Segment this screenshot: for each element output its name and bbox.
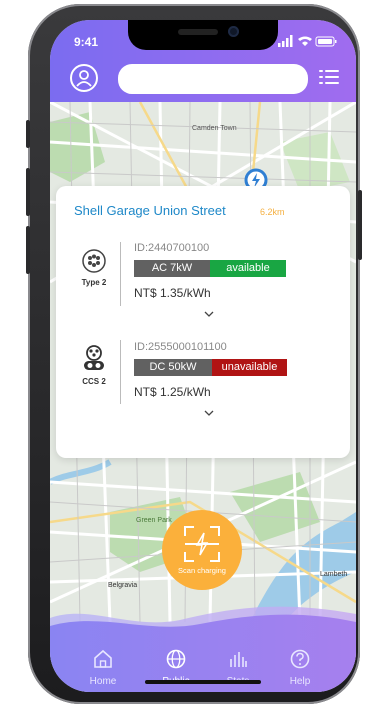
map-label: Belgravia: [108, 582, 137, 589]
scan-icon: [184, 526, 220, 562]
chevron-down-icon[interactable]: [204, 410, 214, 416]
connector-power: AC 7kW: [134, 260, 210, 277]
scan-charging-button[interactable]: Scan charging: [162, 510, 242, 590]
camera: [228, 26, 239, 37]
connector-price: NT$ 1.25/kWh: [134, 385, 211, 399]
divider: [120, 340, 121, 404]
question-icon: [290, 649, 310, 669]
type2-plug-icon: [82, 249, 106, 273]
battery-icon: [315, 36, 337, 47]
chevron-down-icon[interactable]: [204, 311, 214, 317]
scan-label: Scan charging: [178, 566, 226, 575]
connector-id: ID:2555000101100: [134, 341, 227, 353]
phone-side-button: [26, 120, 30, 148]
connector-status: unavailable: [212, 359, 287, 376]
status-time: 9:41: [74, 35, 99, 49]
bottom-navigation: Home Public Stats: [50, 600, 356, 692]
ccs2-plug-icon: [84, 345, 104, 370]
connector-price: NT$ 1.35/kWh: [134, 286, 211, 300]
home-icon: [94, 649, 112, 668]
phone-screen: Camden Town Green Park Belgravia Lambeth…: [50, 20, 356, 692]
speaker: [178, 29, 218, 35]
map-label: Lambeth: [320, 571, 347, 578]
phone-side-button: [26, 226, 30, 274]
connector-type: CCS 2: [82, 377, 106, 386]
nav-label: Home: [89, 676, 117, 687]
wifi-icon: [298, 36, 312, 46]
phone-side-button: [358, 190, 362, 260]
status-icons: [278, 35, 337, 47]
home-indicator: [145, 680, 261, 684]
connector-status: available: [210, 260, 286, 277]
list-menu-icon[interactable]: [318, 67, 340, 87]
user-icon: [76, 70, 92, 87]
search-input[interactable]: [118, 64, 308, 94]
bar-chart-icon: [230, 652, 247, 667]
connector-type: Type 2: [81, 278, 107, 287]
notch: [128, 20, 278, 50]
station-name[interactable]: Shell Garage Union Street: [74, 203, 226, 218]
station-card[interactable]: Shell Garage Union Street 6.2km Type 2 I…: [56, 186, 350, 458]
map-label: Camden Town: [192, 125, 237, 132]
phone-side-button: [26, 168, 30, 216]
globe-icon: [166, 649, 186, 669]
connector-power: DC 50kW: [134, 359, 212, 376]
nav-label: Help: [289, 676, 311, 687]
map-label: Green Park: [136, 517, 172, 524]
profile-button[interactable]: [70, 64, 98, 92]
station-distance: 6.2km: [260, 207, 285, 217]
divider: [120, 242, 121, 306]
connector-id: ID:2440700100: [134, 242, 210, 254]
signal-icon: [278, 35, 293, 47]
